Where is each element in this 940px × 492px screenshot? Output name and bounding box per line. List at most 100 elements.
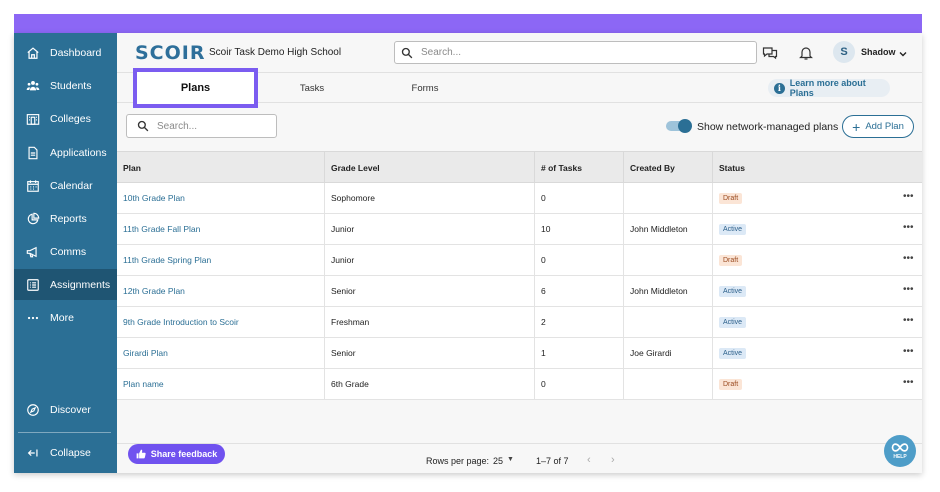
sidebar-item-colleges[interactable]: Colleges [14,103,117,134]
sidebar-item-reports[interactable]: Reports [14,203,117,234]
colleges-icon [25,111,41,127]
help-label: HELP [893,454,907,460]
sidebar-item-discover[interactable]: Discover [14,394,117,425]
avatar[interactable]: S [833,41,855,63]
learn-more-button[interactable]: i Learn more about Plans [768,78,890,98]
sidebar-item-dashboard[interactable]: Dashboard [14,37,117,68]
row-menu-icon[interactable]: ••• [903,284,914,295]
cell-plan-name[interactable]: 10th Grade Plan [117,183,325,213]
cell-status: Active [713,214,922,244]
global-search-input[interactable] [421,47,721,58]
sidebar-item-label: Colleges [50,112,91,125]
col-header-created-by[interactable]: Created By [624,152,713,183]
thumbs-up-icon [136,449,151,459]
tab-plans[interactable]: Plans [133,68,258,108]
sidebar-item-label: Discover [50,403,91,416]
cell-task-count: 1 [535,338,624,368]
sidebar-item-more[interactable]: More [14,302,117,333]
cell-created-by: John Middleton [624,276,713,306]
col-header-plan[interactable]: Plan [117,152,325,183]
cell-grade-level: Sophomore [325,183,535,213]
cell-plan-name[interactable]: 12th Grade Plan [117,276,325,306]
collapse-icon [25,445,41,461]
row-menu-icon[interactable]: ••• [903,253,914,264]
status-badge: Active [719,223,747,235]
cell-status: Draft [713,183,922,213]
cell-plan-name[interactable]: 9th Grade Introduction to Scoir [117,307,325,337]
user-name[interactable]: Shadow [861,47,896,57]
network-plans-toggle[interactable] [666,119,692,133]
row-menu-icon[interactable]: ••• [903,222,914,233]
info-icon: i [774,82,785,94]
sidebar-item-comms[interactable]: Comms [14,236,117,267]
row-menu-icon[interactable]: ••• [903,377,914,388]
cell-plan-name[interactable]: Girardi Plan [117,338,325,368]
plus-icon: + [852,118,861,135]
table-row[interactable]: 11th Grade Fall Plan Junior 10 John Middlet… [117,214,922,245]
prev-page-button[interactable]: ‹ [587,454,591,466]
help-button[interactable]: HELP [884,435,916,467]
sidebar: Dashboard Students Colleges Applications… [14,33,117,473]
global-search[interactable] [394,41,757,64]
col-header-grade[interactable]: Grade Level [325,152,535,183]
sidebar-item-students[interactable]: Students [14,70,117,101]
top-bar: SCOIR Scoir Task Demo High School S Shad… [117,33,922,73]
cell-status: Draft [713,369,922,399]
compass-icon [25,402,41,418]
share-feedback-button[interactable]: Share feedback [128,444,225,464]
calendar-icon [25,178,41,194]
cell-plan-name[interactable]: Plan name [117,369,325,399]
row-menu-icon[interactable]: ••• [903,315,914,326]
sidebar-collapse[interactable]: Collapse [14,437,117,468]
learn-more-label: Learn more about Plans [789,78,866,98]
search-icon [137,120,149,132]
cell-task-count: 0 [535,245,624,275]
scoir-logo[interactable]: SCOIR [135,42,205,64]
cell-grade-level: 6th Grade [325,369,535,399]
caret-down-icon[interactable]: ▼ [507,456,514,463]
cell-status: Active [713,276,922,306]
cell-created-by [624,307,713,337]
cell-created-by: Joe Girardi [624,338,713,368]
rows-per-page-select[interactable]: 25 [493,456,503,466]
cell-plan-name[interactable]: 11th Grade Fall Plan [117,214,325,244]
top-banner [14,14,922,33]
sidebar-item-label: Calendar [50,179,93,192]
table-row[interactable]: 9th Grade Introduction to Scoir Freshman 2… [117,307,922,338]
sidebar-item-applications[interactable]: Applications [14,137,117,168]
table-row[interactable]: Girardi Plan Senior 1 Joe Girardi Active ••• [117,338,922,369]
status-badge: Draft [719,192,743,204]
row-menu-icon[interactable]: ••• [903,346,914,357]
status-badge: Active [719,316,747,328]
tab-tasks[interactable]: Tasks [282,73,342,103]
plan-search-input[interactable] [157,120,267,132]
sidebar-item-calendar[interactable]: Calendar [14,170,117,201]
row-menu-icon[interactable]: ••• [903,191,914,202]
document-icon [25,145,41,161]
table-row[interactable]: Plan name 6th Grade 0 Draft ••• [117,369,922,400]
cell-task-count: 10 [535,214,624,244]
bell-icon[interactable] [798,45,814,61]
cell-task-count: 0 [535,183,624,213]
cell-plan-name[interactable]: 11th Grade Spring Plan [117,245,325,275]
col-header-status[interactable]: Status [713,152,922,183]
add-plan-button[interactable]: + Add Plan [842,115,914,138]
status-badge: Active [719,285,747,297]
chevron-down-icon[interactable] [898,46,908,57]
table-row[interactable]: 12th Grade Plan Senior 6 John Middleton Acti… [117,276,922,307]
cell-grade-level: Senior [325,276,535,306]
next-page-button[interactable]: › [611,454,615,466]
sidebar-item-label: Assignments [50,278,111,291]
cell-created-by: John Middleton [624,214,713,244]
sidebar-item-label: Dashboard [50,46,102,59]
tab-forms[interactable]: Forms [395,73,455,103]
sidebar-item-assignments[interactable]: Assignments [14,269,117,300]
cell-grade-level: Freshman [325,307,535,337]
plan-search[interactable] [126,114,277,138]
home-icon [25,45,41,61]
tabs-bar: Plans Tasks Forms i Learn more about Pla… [117,68,922,108]
table-row[interactable]: 11th Grade Spring Plan Junior 0 Draft ••• [117,245,922,276]
table-row[interactable]: 10th Grade Plan Sophomore 0 Draft ••• [117,183,922,214]
col-header-tasks[interactable]: # of Tasks [535,152,624,183]
chat-icon[interactable] [762,45,778,61]
